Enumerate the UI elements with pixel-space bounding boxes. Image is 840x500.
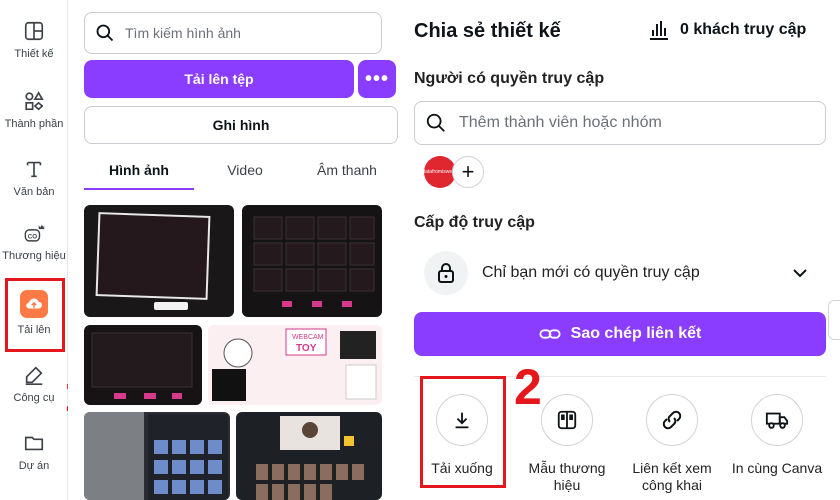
uploads-panel: Tìm kiếm hình ảnh Tải lên tệp ••• Ghi hì… bbox=[68, 0, 400, 500]
tab-images[interactable]: Hình ảnh bbox=[84, 156, 194, 190]
rail-item-elements[interactable]: Thành phần bbox=[0, 90, 68, 130]
panel-scroll-handle[interactable] bbox=[828, 300, 840, 340]
access-level-label: Cấp độ truy cập bbox=[414, 214, 535, 231]
rail-item-text[interactable]: Văn bản bbox=[0, 158, 68, 198]
template-icon bbox=[541, 394, 593, 446]
visitors-count: 0 khách truy cập bbox=[680, 21, 807, 38]
rail-label: Thương hiệu bbox=[2, 250, 66, 262]
rail-item-projects[interactable]: Dự án bbox=[0, 432, 68, 472]
plus-icon: + bbox=[461, 159, 475, 184]
folder-icon bbox=[24, 436, 44, 451]
uploaded-image-thumb[interactable]: WEBCAM TOY bbox=[208, 325, 382, 405]
step-2-number: 2 bbox=[514, 359, 542, 415]
step-1-highlight bbox=[5, 278, 65, 352]
rail-item-tools[interactable]: Công cụ bbox=[0, 364, 68, 404]
brand-crown-icon: CO bbox=[24, 224, 45, 242]
uploaded-image-thumb[interactable] bbox=[84, 325, 202, 405]
image-search-input[interactable]: Tìm kiếm hình ảnh bbox=[84, 12, 382, 54]
uploaded-image-thumb[interactable] bbox=[236, 412, 382, 500]
lock-icon bbox=[424, 251, 468, 295]
record-button[interactable]: Ghi hình bbox=[84, 106, 398, 144]
add-member-input[interactable]: Thêm thành viên hoặc nhóm bbox=[414, 101, 826, 145]
public-view-link-action[interactable]: Liên kết xem công khai bbox=[622, 394, 722, 494]
shapes-icon bbox=[25, 91, 44, 111]
add-person-button[interactable]: + bbox=[452, 156, 484, 188]
link-icon bbox=[646, 394, 698, 446]
search-icon bbox=[96, 24, 114, 42]
print-with-canva-action[interactable]: In cùng Canva bbox=[727, 394, 827, 477]
brand-template-label: Mẫu thương hiệu bbox=[528, 460, 606, 493]
access-level-value: Chỉ bạn mới có quyền truy cập bbox=[482, 264, 700, 281]
rail-label: Thiết kế bbox=[14, 48, 54, 60]
member-placeholder: Thêm thành viên hoặc nhóm bbox=[459, 114, 662, 131]
media-tabs: Hình ảnh Video Âm thanh bbox=[84, 156, 398, 190]
rail-item-brand[interactable]: CO Thương hiệu bbox=[0, 222, 68, 262]
search-placeholder: Tìm kiếm hình ảnh bbox=[125, 25, 241, 41]
uploaded-image-thumb[interactable] bbox=[242, 205, 382, 317]
share-panel-title: Chia sẻ thiết kế bbox=[414, 20, 561, 42]
visitors-stat[interactable]: 0 khách truy cập bbox=[648, 20, 806, 40]
uploaded-image-thumb[interactable] bbox=[84, 412, 230, 500]
svg-text:TOY: TOY bbox=[296, 343, 317, 354]
draw-icon bbox=[25, 366, 43, 385]
copy-link-label: Sao chép liên kết bbox=[570, 325, 702, 342]
chevron-down-icon bbox=[793, 269, 807, 278]
public-view-link-label: Liên kết xem công khai bbox=[632, 460, 712, 493]
left-rail: Thiết kế Thành phần Văn bản CO Thương hi… bbox=[0, 0, 68, 500]
svg-text:WEBCAM: WEBCAM bbox=[292, 334, 324, 341]
bar-chart-icon bbox=[650, 21, 668, 40]
rail-item-design[interactable]: Thiết kế bbox=[0, 20, 68, 60]
copy-link-button[interactable]: Sao chép liên kết bbox=[414, 312, 826, 356]
text-icon bbox=[26, 161, 42, 178]
rail-label: Thành phần bbox=[4, 118, 64, 130]
tab-audio[interactable]: Âm thanh bbox=[296, 156, 398, 190]
svg-text:CO: CO bbox=[28, 234, 38, 241]
access-level-select[interactable]: Chỉ bạn mới có quyền truy cập bbox=[414, 250, 826, 296]
uploaded-image-thumb[interactable] bbox=[84, 205, 234, 317]
truck-icon bbox=[751, 394, 803, 446]
step-2-highlight bbox=[420, 376, 506, 488]
layout-icon bbox=[24, 21, 44, 41]
tab-video[interactable]: Video bbox=[194, 156, 296, 190]
upload-files-button[interactable]: Tải lên tệp bbox=[84, 60, 354, 98]
search-icon bbox=[426, 113, 445, 132]
rail-label: Dự án bbox=[18, 460, 50, 472]
link-icon bbox=[539, 329, 561, 339]
rail-label: Công cụ bbox=[13, 392, 55, 404]
print-with-canva-label: In cùng Canva bbox=[731, 460, 823, 476]
more-options-button[interactable]: ••• bbox=[358, 60, 396, 98]
rail-label: Văn bản bbox=[13, 186, 55, 198]
people-access-label: Người có quyền truy cập bbox=[414, 70, 605, 87]
